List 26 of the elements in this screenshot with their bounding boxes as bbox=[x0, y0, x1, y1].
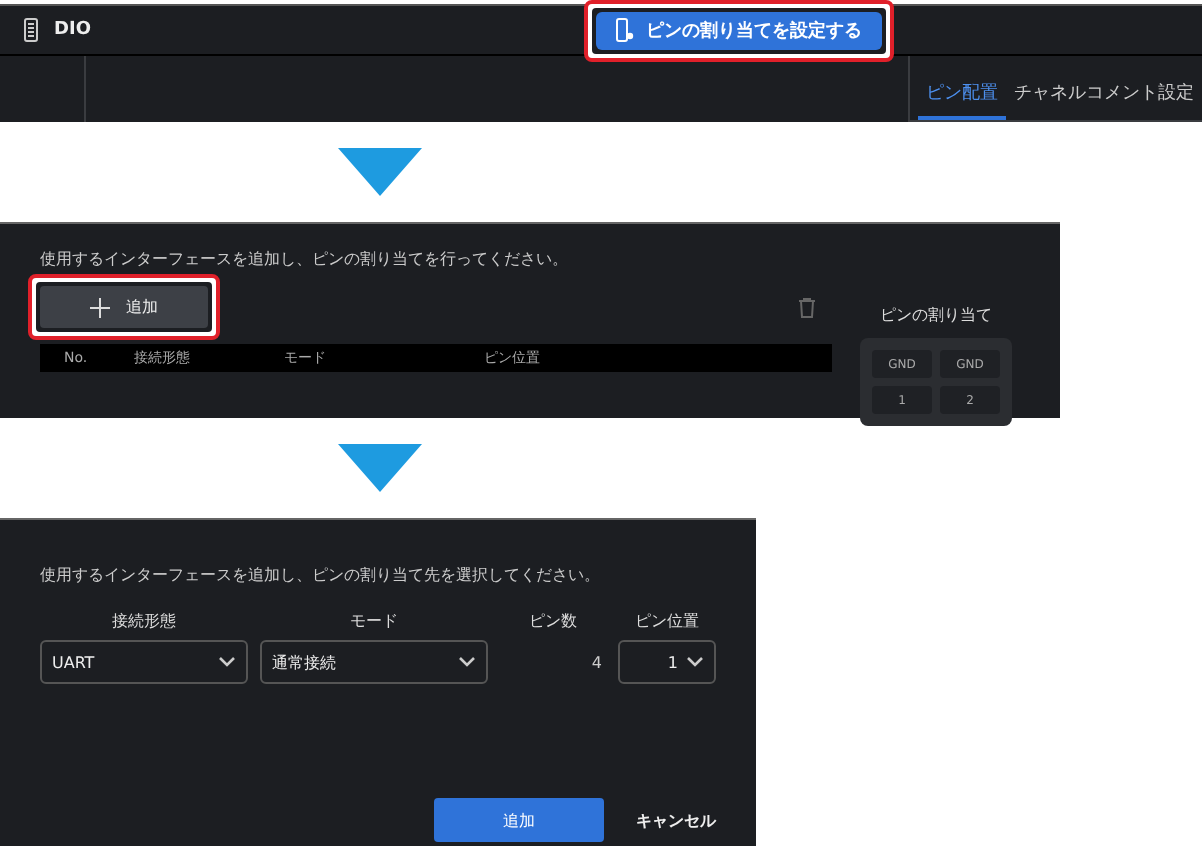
chevron-icon bbox=[218, 656, 236, 668]
tab[interactable]: チャネルコメント設定 bbox=[1006, 80, 1202, 120]
instruction-text: 使用するインターフェースを追加し、ピンの割り当て先を選択してください。 bbox=[40, 564, 602, 586]
trash-icon[interactable] bbox=[798, 297, 816, 317]
tab[interactable]: ピン配置 bbox=[918, 80, 1006, 120]
app-title: DIO bbox=[54, 20, 91, 40]
field-label: ピン位置 bbox=[635, 610, 699, 632]
cancel-button[interactable]: キャンセル bbox=[636, 809, 716, 831]
assign-pins-button[interactable]: ピンの割り当てを設定する bbox=[596, 11, 882, 49]
down-arrow-icon bbox=[338, 148, 422, 196]
chevron-icon bbox=[686, 656, 704, 668]
add-button[interactable]: 追加 bbox=[434, 798, 604, 842]
dropdown[interactable]: 通常接続 bbox=[260, 640, 488, 684]
plus-icon bbox=[90, 297, 110, 317]
pin-count-value: 4 bbox=[589, 651, 604, 675]
device-icon bbox=[24, 18, 38, 42]
field-label: 接続形態 bbox=[112, 610, 176, 632]
dropdown[interactable]: 1 bbox=[618, 640, 716, 684]
chevron-icon bbox=[458, 656, 476, 668]
dropdown[interactable]: UART bbox=[40, 640, 248, 684]
pin-panel-title: ピンの割り当て bbox=[880, 304, 992, 326]
add-button[interactable]: 追加 bbox=[40, 286, 208, 328]
field-label: モード bbox=[350, 610, 398, 632]
instruction-text: 使用するインターフェースを追加し、ピンの割り当てを行ってください。 bbox=[40, 248, 570, 270]
down-arrow-icon bbox=[338, 444, 422, 492]
field-label: ピン数 bbox=[529, 610, 577, 632]
